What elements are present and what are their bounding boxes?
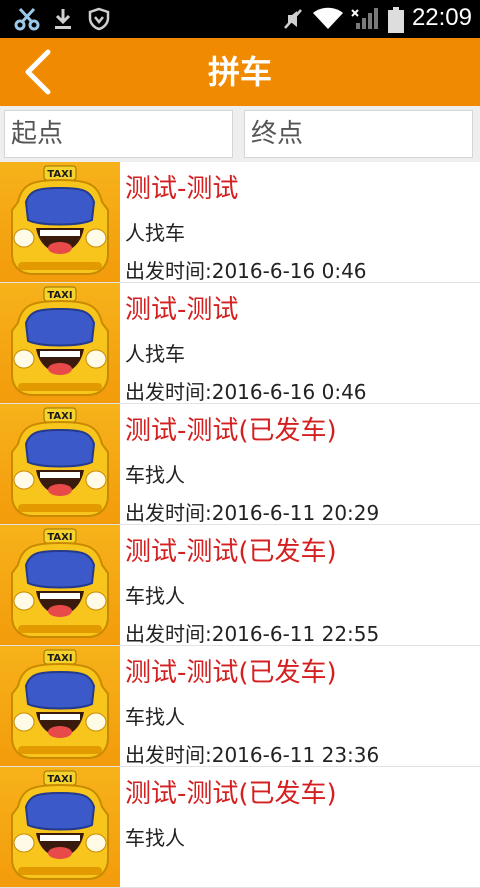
status-bar: 22:09 bbox=[0, 0, 480, 38]
ride-departure-time: 出发时间:2016-6-11 23:36 bbox=[125, 743, 380, 767]
ride-type: 人找车 bbox=[125, 342, 185, 366]
ride-list: TAXI 测试-测试 人找车 出发时间:2016-6-16 0:46 TAXI … bbox=[0, 162, 480, 888]
shield-icon bbox=[88, 7, 110, 31]
ride-type: 车找人 bbox=[125, 826, 185, 850]
taxi-icon: TAXI bbox=[11, 286, 109, 396]
taxi-sign-label: TAXI bbox=[47, 290, 72, 301]
ride-list-item[interactable]: TAXI 测试-测试 人找车 出发时间:2016-6-16 0:46 bbox=[0, 162, 480, 283]
ride-list-item[interactable]: TAXI 测试-测试(已发车) 车找人 出发时间:2016-6-11 20:29 bbox=[0, 404, 480, 525]
ride-list-item[interactable]: TAXI 测试-测试(已发车) 车找人 出发时间:2016-6-11 22:55 bbox=[0, 525, 480, 646]
end-point-input[interactable] bbox=[244, 110, 473, 158]
ride-title: 测试-测试(已发车) bbox=[125, 779, 337, 809]
taxi-thumbnail: TAXI bbox=[0, 767, 120, 887]
ride-title: 测试-测试(已发车) bbox=[125, 537, 337, 567]
ride-departure-time: 出发时间:2016-6-16 0:46 bbox=[125, 380, 367, 404]
taxi-icon: TAXI bbox=[11, 528, 109, 638]
download-icon bbox=[55, 9, 71, 29]
ride-type: 车找人 bbox=[125, 705, 185, 729]
ride-list-item[interactable]: TAXI 测试-测试 人找车 出发时间:2016-6-16 0:46 bbox=[0, 283, 480, 404]
taxi-sign-label: TAXI bbox=[47, 411, 72, 422]
ride-departure-time: 出发时间:2016-6-11 22:55 bbox=[125, 622, 380, 646]
back-button[interactable] bbox=[14, 46, 66, 98]
search-row bbox=[0, 106, 480, 162]
ride-list-item[interactable]: TAXI 测试-测试(已发车) 车找人 bbox=[0, 767, 480, 888]
ride-title: 测试-测试(已发车) bbox=[125, 658, 337, 688]
ride-title: 测试-测试 bbox=[125, 295, 239, 325]
taxi-sign-label: TAXI bbox=[47, 169, 72, 180]
taxi-icon: TAXI bbox=[11, 165, 109, 275]
chevron-left-icon bbox=[25, 49, 51, 95]
signal-icon bbox=[351, 8, 378, 29]
taxi-thumbnail: TAXI bbox=[0, 283, 120, 403]
app-bar: 拼车 bbox=[0, 38, 480, 106]
ride-title: 测试-测试(已发车) bbox=[125, 416, 337, 446]
battery-icon bbox=[388, 7, 404, 33]
status-time: 22:09 bbox=[411, 4, 472, 31]
taxi-thumbnail: TAXI bbox=[0, 525, 120, 645]
ride-departure-time: 出发时间:2016-6-16 0:46 bbox=[125, 259, 367, 283]
taxi-sign-label: TAXI bbox=[47, 653, 72, 664]
ride-list-item[interactable]: TAXI 测试-测试(已发车) 车找人 出发时间:2016-6-11 23:36 bbox=[0, 646, 480, 767]
taxi-thumbnail: TAXI bbox=[0, 404, 120, 524]
ride-type: 车找人 bbox=[125, 463, 185, 487]
taxi-sign-label: TAXI bbox=[47, 774, 72, 785]
ride-type: 人找车 bbox=[125, 221, 185, 245]
ride-title: 测试-测试 bbox=[125, 174, 239, 204]
mute-icon bbox=[284, 9, 302, 29]
start-point-input[interactable] bbox=[4, 110, 233, 158]
taxi-sign-label: TAXI bbox=[47, 532, 72, 543]
scissors-icon bbox=[14, 7, 40, 31]
ride-departure-time: 出发时间:2016-6-11 20:29 bbox=[125, 501, 380, 525]
taxi-thumbnail: TAXI bbox=[0, 646, 120, 766]
taxi-icon: TAXI bbox=[11, 649, 109, 759]
taxi-icon: TAXI bbox=[11, 770, 109, 880]
page-title: 拼车 bbox=[207, 53, 272, 91]
ride-type: 车找人 bbox=[125, 584, 185, 608]
wifi-icon bbox=[313, 7, 343, 29]
taxi-icon: TAXI bbox=[11, 407, 109, 517]
taxi-thumbnail: TAXI bbox=[0, 162, 120, 282]
